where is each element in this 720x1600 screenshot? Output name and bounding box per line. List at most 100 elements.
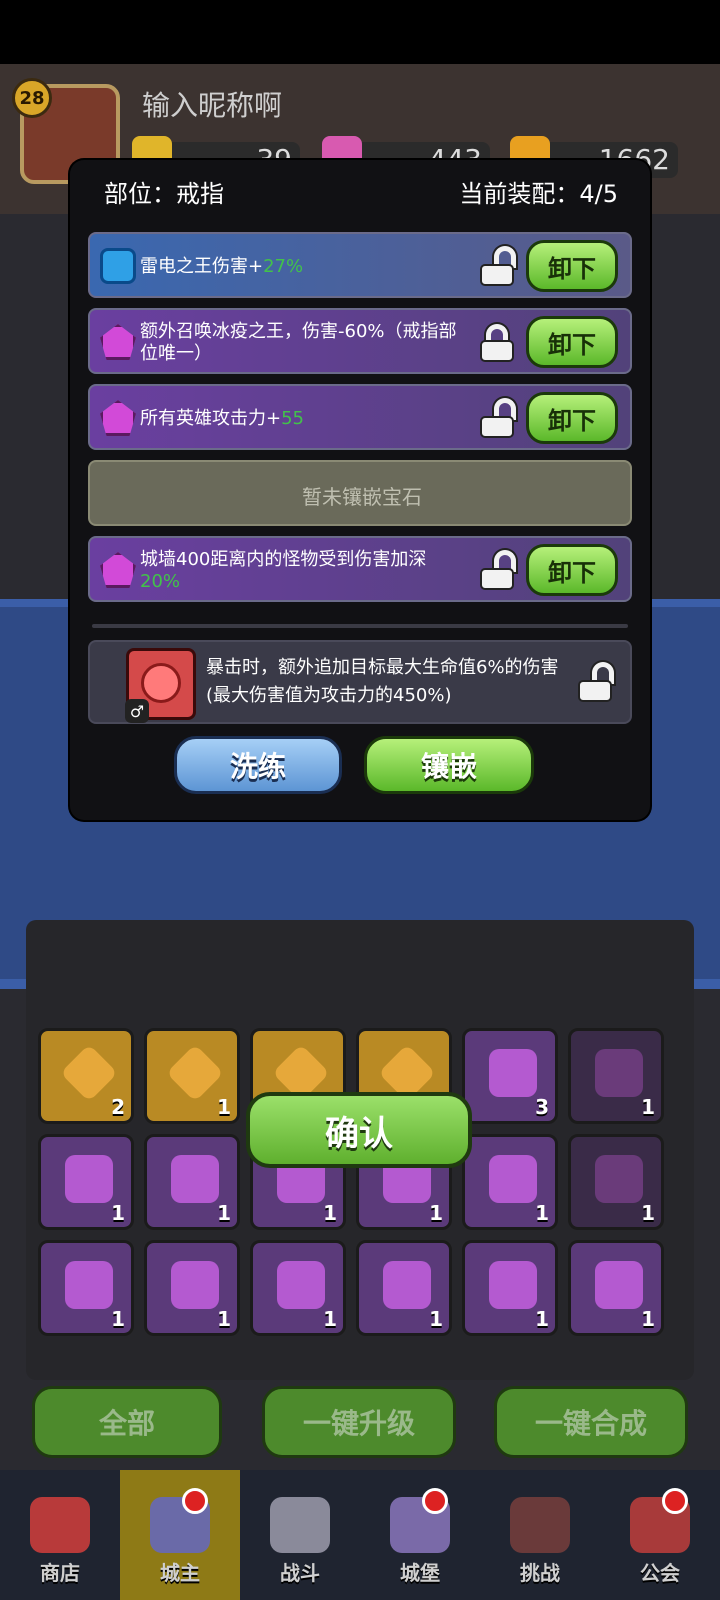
- gem-effect-text: 城墙400距离内的怪物受到伤害加深 20%: [140, 538, 470, 604]
- inventory-slot[interactable]: 1: [568, 1134, 664, 1230]
- inventory-slot[interactable]: 1: [38, 1240, 134, 1336]
- slot-count: 1: [429, 1201, 443, 1225]
- unequip-button[interactable]: 卸下: [526, 392, 618, 444]
- unlock-icon[interactable]: [478, 550, 516, 590]
- slot-count: 1: [323, 1307, 337, 1331]
- slot-count: 3: [535, 1095, 549, 1119]
- lock-icon[interactable]: [478, 324, 516, 362]
- purple-gem-icon: [171, 1261, 219, 1309]
- gold-gem-icon: [166, 1044, 224, 1102]
- inventory-slot[interactable]: 1: [568, 1028, 664, 1124]
- slot-count: 1: [111, 1307, 125, 1331]
- purple-gem-icon: [65, 1155, 113, 1203]
- empty-slot-text: 暂未镶嵌宝石: [302, 484, 422, 509]
- slot-count: 1: [217, 1201, 231, 1225]
- effect-value: 55: [281, 408, 304, 429]
- effect-main: 所有英雄攻击力+: [140, 408, 282, 429]
- inventory-slot[interactable]: 1: [462, 1240, 558, 1336]
- purple-gem-icon: [595, 1049, 643, 1097]
- merge-all-label: 一键合成: [534, 1407, 647, 1440]
- ring-icon: ♂: [125, 699, 149, 723]
- slot-count: 2: [111, 1095, 125, 1119]
- empty-gem-slot[interactable]: 暂未镶嵌宝石: [88, 460, 632, 526]
- unequip-button[interactable]: 卸下: [526, 316, 618, 368]
- level-badge: 28: [12, 78, 52, 118]
- inventory-slot[interactable]: 1: [144, 1134, 240, 1230]
- inlay-button[interactable]: 镶嵌: [364, 736, 534, 794]
- gem-slot-panel: 部位：戒指 当前装配：4/5 雷电之王伤害+27% 卸下 额外召唤冰疫之王，伤害…: [70, 160, 650, 820]
- effect-main: 雷电之王伤害+: [140, 256, 264, 277]
- gem-effect-text: 额外召唤冰疫之王，伤害-60%（戒指部位唯一）: [140, 310, 470, 376]
- slot-count: 1: [111, 1201, 125, 1225]
- inventory-slot[interactable]: 1: [462, 1134, 558, 1230]
- unequip-button[interactable]: 卸下: [526, 240, 618, 292]
- tab-label: 挑战: [520, 1561, 560, 1585]
- gem-slot-row: 所有英雄攻击力+55 卸下: [88, 384, 632, 450]
- effect-main: 额外召唤冰疫之王，伤害-60%（戒指部位唯一）: [140, 321, 457, 364]
- red-gem-icon: [141, 663, 181, 703]
- inventory-slot[interactable]: 2: [38, 1028, 134, 1124]
- slot-count: 1: [641, 1201, 655, 1225]
- inventory-slot[interactable]: 1: [38, 1134, 134, 1230]
- tab-lord[interactable]: 城主: [120, 1470, 240, 1600]
- slot-count: 1: [535, 1201, 549, 1225]
- effect-main: 城墙400距离内的怪物受到伤害加深: [140, 549, 427, 570]
- tab-battle[interactable]: 战斗: [240, 1470, 360, 1600]
- slot-count: 1: [641, 1095, 655, 1119]
- notification-dot: [182, 1488, 208, 1514]
- gem-effect-text: 雷电之王伤害+27%: [140, 234, 470, 300]
- unequip-button[interactable]: 卸下: [526, 544, 618, 596]
- filter-all-button[interactable]: 全部: [32, 1386, 222, 1458]
- shop-icon: [30, 1497, 90, 1553]
- selected-gem-description: 暴击时，额外追加目标最大生命值6%的伤害(最大伤害值为攻击力的450%): [206, 657, 559, 706]
- slot-count: 1: [429, 1307, 443, 1331]
- filter-all-label: 全部: [98, 1407, 155, 1440]
- tab-castle[interactable]: 城堡: [360, 1470, 480, 1600]
- merge-all-button[interactable]: 一键合成: [494, 1386, 688, 1458]
- upgrade-all-button[interactable]: 一键升级: [262, 1386, 456, 1458]
- slot-count: 1: [535, 1307, 549, 1331]
- panel-header: 部位：戒指 当前装配：4/5: [70, 160, 650, 220]
- tab-label: 战斗: [280, 1561, 320, 1585]
- inventory-slot[interactable]: 1: [144, 1240, 240, 1336]
- reroll-button[interactable]: 洗练: [174, 736, 342, 794]
- divider: [92, 624, 628, 628]
- status-bar: [0, 0, 720, 64]
- purple-gem-icon: [595, 1155, 643, 1203]
- gem-slot-row: 雷电之王伤害+27% 卸下: [88, 232, 632, 298]
- slot-count: 1: [217, 1307, 231, 1331]
- purple-pentagon-gem-icon: [100, 552, 136, 588]
- slot-count: 1: [323, 1201, 337, 1225]
- tab-challenge[interactable]: 挑战: [480, 1470, 600, 1600]
- gem-slot-row: 城墙400距离内的怪物受到伤害加深 20% 卸下: [88, 536, 632, 602]
- inventory-slot[interactable]: 1: [250, 1240, 346, 1336]
- tab-label: 城主: [160, 1561, 200, 1585]
- bottom-tab-bar: 商店 城主 战斗 城堡 挑战 公会: [0, 1470, 720, 1600]
- gold-gem-icon: [60, 1044, 118, 1102]
- selected-gem-card[interactable]: ♂: [125, 648, 196, 723]
- tab-label: 城堡: [400, 1561, 440, 1585]
- tab-shop[interactable]: 商店: [0, 1470, 120, 1600]
- gem-effect-text: 所有英雄攻击力+55: [140, 386, 470, 452]
- inventory-slot[interactable]: 1: [356, 1240, 452, 1336]
- tab-guild[interactable]: 公会: [600, 1470, 720, 1600]
- purple-pentagon-gem-icon: [100, 324, 136, 360]
- unlock-icon[interactable]: [478, 398, 516, 438]
- nickname[interactable]: 输入昵称啊: [142, 84, 282, 124]
- notification-dot: [422, 1488, 448, 1514]
- inventory-slot[interactable]: 3: [462, 1028, 558, 1124]
- equip-count-label: 当前装配：4/5: [459, 180, 618, 208]
- inventory-slot[interactable]: 1: [144, 1028, 240, 1124]
- unlock-icon[interactable]: [478, 246, 516, 286]
- confirm-button[interactable]: 确认: [246, 1092, 472, 1168]
- purple-gem-icon: [489, 1261, 537, 1309]
- effect-value: 27%: [263, 256, 304, 277]
- purple-gem-icon: [383, 1261, 431, 1309]
- purple-pentagon-gem-icon: [100, 400, 136, 436]
- gem-slot-row: 额外召唤冰疫之王，伤害-60%（戒指部位唯一） 卸下: [88, 308, 632, 374]
- purple-gem-icon: [595, 1261, 643, 1309]
- upgrade-all-label: 一键升级: [302, 1407, 415, 1440]
- purple-gem-icon: [489, 1049, 537, 1097]
- inventory-slot[interactable]: 1: [568, 1240, 664, 1336]
- unlock-icon[interactable]: [576, 662, 614, 702]
